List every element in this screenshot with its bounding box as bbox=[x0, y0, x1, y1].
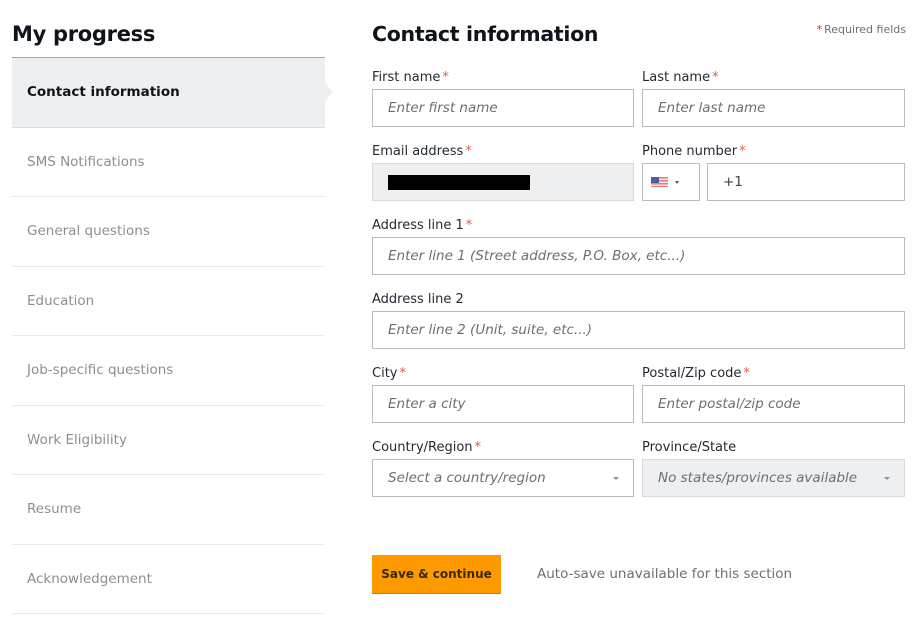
sidebar-item-label: Resume bbox=[27, 501, 82, 518]
province-field: Province/State No states/provinces avail… bbox=[642, 439, 905, 497]
first-name-field: First name * Enter first name bbox=[372, 69, 634, 127]
sidebar-title: My progress bbox=[12, 22, 156, 46]
phone-field: Phone number * +1 bbox=[372, 143, 906, 203]
sidebar-item-label: Contact information bbox=[27, 84, 180, 101]
sidebar-item-acknowledgement[interactable]: Acknowledgement bbox=[12, 545, 325, 614]
progress-list: Contact information SMS Notifications Ge… bbox=[12, 57, 333, 614]
address-line-2-field: Address line 2 Enter line 2 (Unit, suite… bbox=[372, 291, 905, 349]
city-field: City * Enter a city bbox=[372, 365, 634, 423]
sidebar-item-label: Education bbox=[27, 292, 95, 309]
sidebar-item-label: Work Eligibility bbox=[27, 431, 127, 448]
chevron-down-icon bbox=[613, 477, 619, 480]
sidebar-item-label: SMS Notifications bbox=[27, 153, 145, 170]
phone-input[interactable]: +1 bbox=[707, 163, 905, 201]
sidebar-item-label: Job-specific questions bbox=[27, 362, 174, 379]
address-line-1-field: Address line 1 * Enter line 1 (Street add… bbox=[372, 217, 905, 275]
sidebar-item-work-eligibility[interactable]: Work Eligibility bbox=[12, 406, 325, 475]
address-line-1-input[interactable]: Enter line 1 (Street address, P.O. Box, … bbox=[372, 237, 905, 275]
sidebar-item-education[interactable]: Education bbox=[12, 267, 325, 336]
postal-code-field: Postal/Zip code * Enter postal/zip code bbox=[642, 365, 905, 423]
sidebar-item-job-specific-questions[interactable]: Job-specific questions bbox=[12, 336, 325, 406]
country-field: Country/Region * Select a country/region bbox=[372, 439, 634, 497]
province-select: No states/provinces available bbox=[642, 459, 905, 497]
country-code-select[interactable] bbox=[642, 163, 700, 201]
country-select[interactable]: Select a country/region bbox=[372, 459, 634, 497]
first-name-input[interactable]: Enter first name bbox=[372, 89, 634, 127]
sidebar-item-label: General questions bbox=[27, 223, 150, 240]
us-flag-icon bbox=[651, 177, 668, 187]
last-name-input[interactable]: Enter last name bbox=[642, 89, 905, 127]
sidebar-item-contact-information[interactable]: Contact information bbox=[12, 58, 333, 128]
address-line-2-input[interactable]: Enter line 2 (Unit, suite, etc...) bbox=[372, 311, 905, 349]
autosave-note: Auto-save unavailable for this section bbox=[537, 566, 793, 582]
postal-code-input[interactable]: Enter postal/zip code bbox=[642, 385, 905, 423]
sidebar-item-label: Acknowledgement bbox=[27, 570, 152, 587]
page-title: Contact information bbox=[372, 22, 599, 46]
save-continue-button[interactable]: Save & continue bbox=[372, 555, 501, 594]
chevron-down-icon bbox=[675, 180, 679, 184]
city-input[interactable]: Enter a city bbox=[372, 385, 634, 423]
chevron-down-icon bbox=[884, 477, 890, 480]
sidebar-item-sms-notifications[interactable]: SMS Notifications bbox=[12, 128, 325, 197]
last-name-field: Last name * Enter last name bbox=[642, 69, 905, 127]
sidebar-item-general-questions[interactable]: General questions bbox=[12, 197, 325, 267]
required-fields-note: * Required fields bbox=[816, 23, 906, 36]
sidebar-item-resume[interactable]: Resume bbox=[12, 475, 325, 545]
